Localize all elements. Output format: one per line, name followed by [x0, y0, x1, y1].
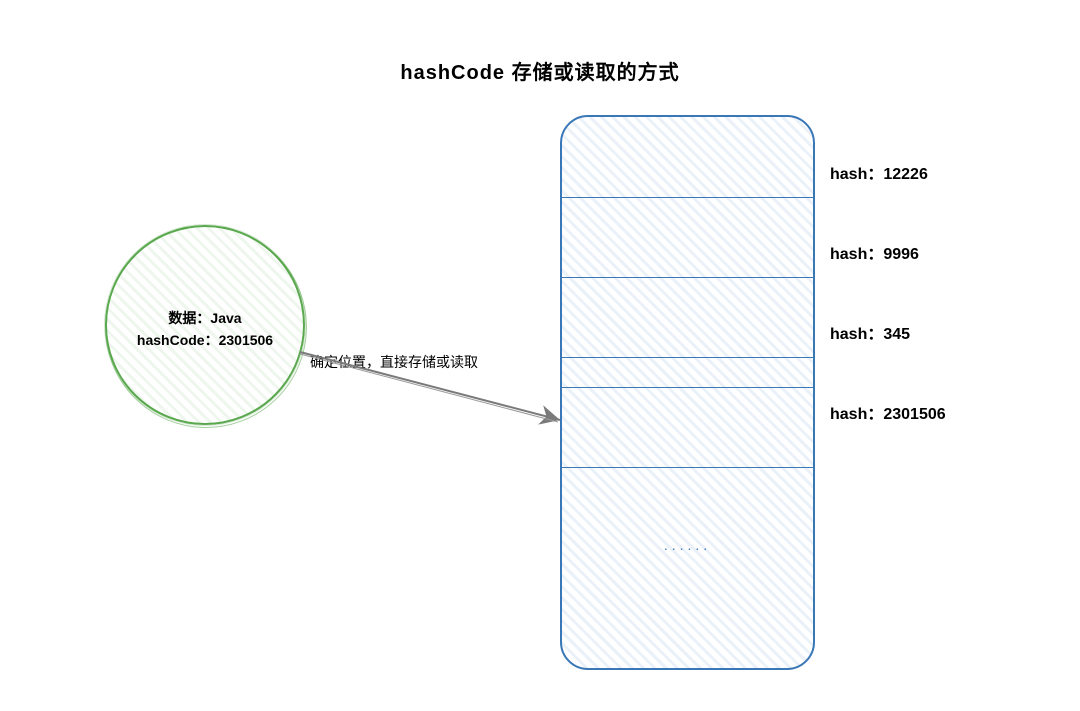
- arrow-caption: 确定位置，直接存储或读取: [310, 352, 478, 372]
- hash-table-box: ......: [560, 115, 815, 670]
- data-node-line2: hashCode：2301506: [107, 329, 303, 351]
- hash-row-divider: [562, 357, 813, 358]
- hash-row-divider: [562, 277, 813, 278]
- diagram-title: hashCode 存储或读取的方式: [0, 56, 1080, 85]
- hash-row-label: hash：12226: [830, 160, 928, 184]
- data-node-text: 数据：Java hashCode：2301506: [107, 307, 303, 352]
- hash-table-ellipsis: ......: [562, 537, 813, 553]
- hash-row-divider: [562, 467, 813, 468]
- hash-row-divider: [562, 197, 813, 198]
- data-node-line1: 数据：Java: [107, 307, 303, 329]
- hash-row-label: hash：345: [830, 320, 910, 344]
- hash-row-divider: [562, 387, 813, 388]
- hash-row-label: hash：9996: [830, 240, 919, 264]
- hash-row-label: hash：2301506: [830, 400, 946, 424]
- diagram-canvas: hashCode 存储或读取的方式 数据：Java hashCode：23015…: [0, 0, 1080, 711]
- data-node-circle: 数据：Java hashCode：2301506: [105, 225, 305, 425]
